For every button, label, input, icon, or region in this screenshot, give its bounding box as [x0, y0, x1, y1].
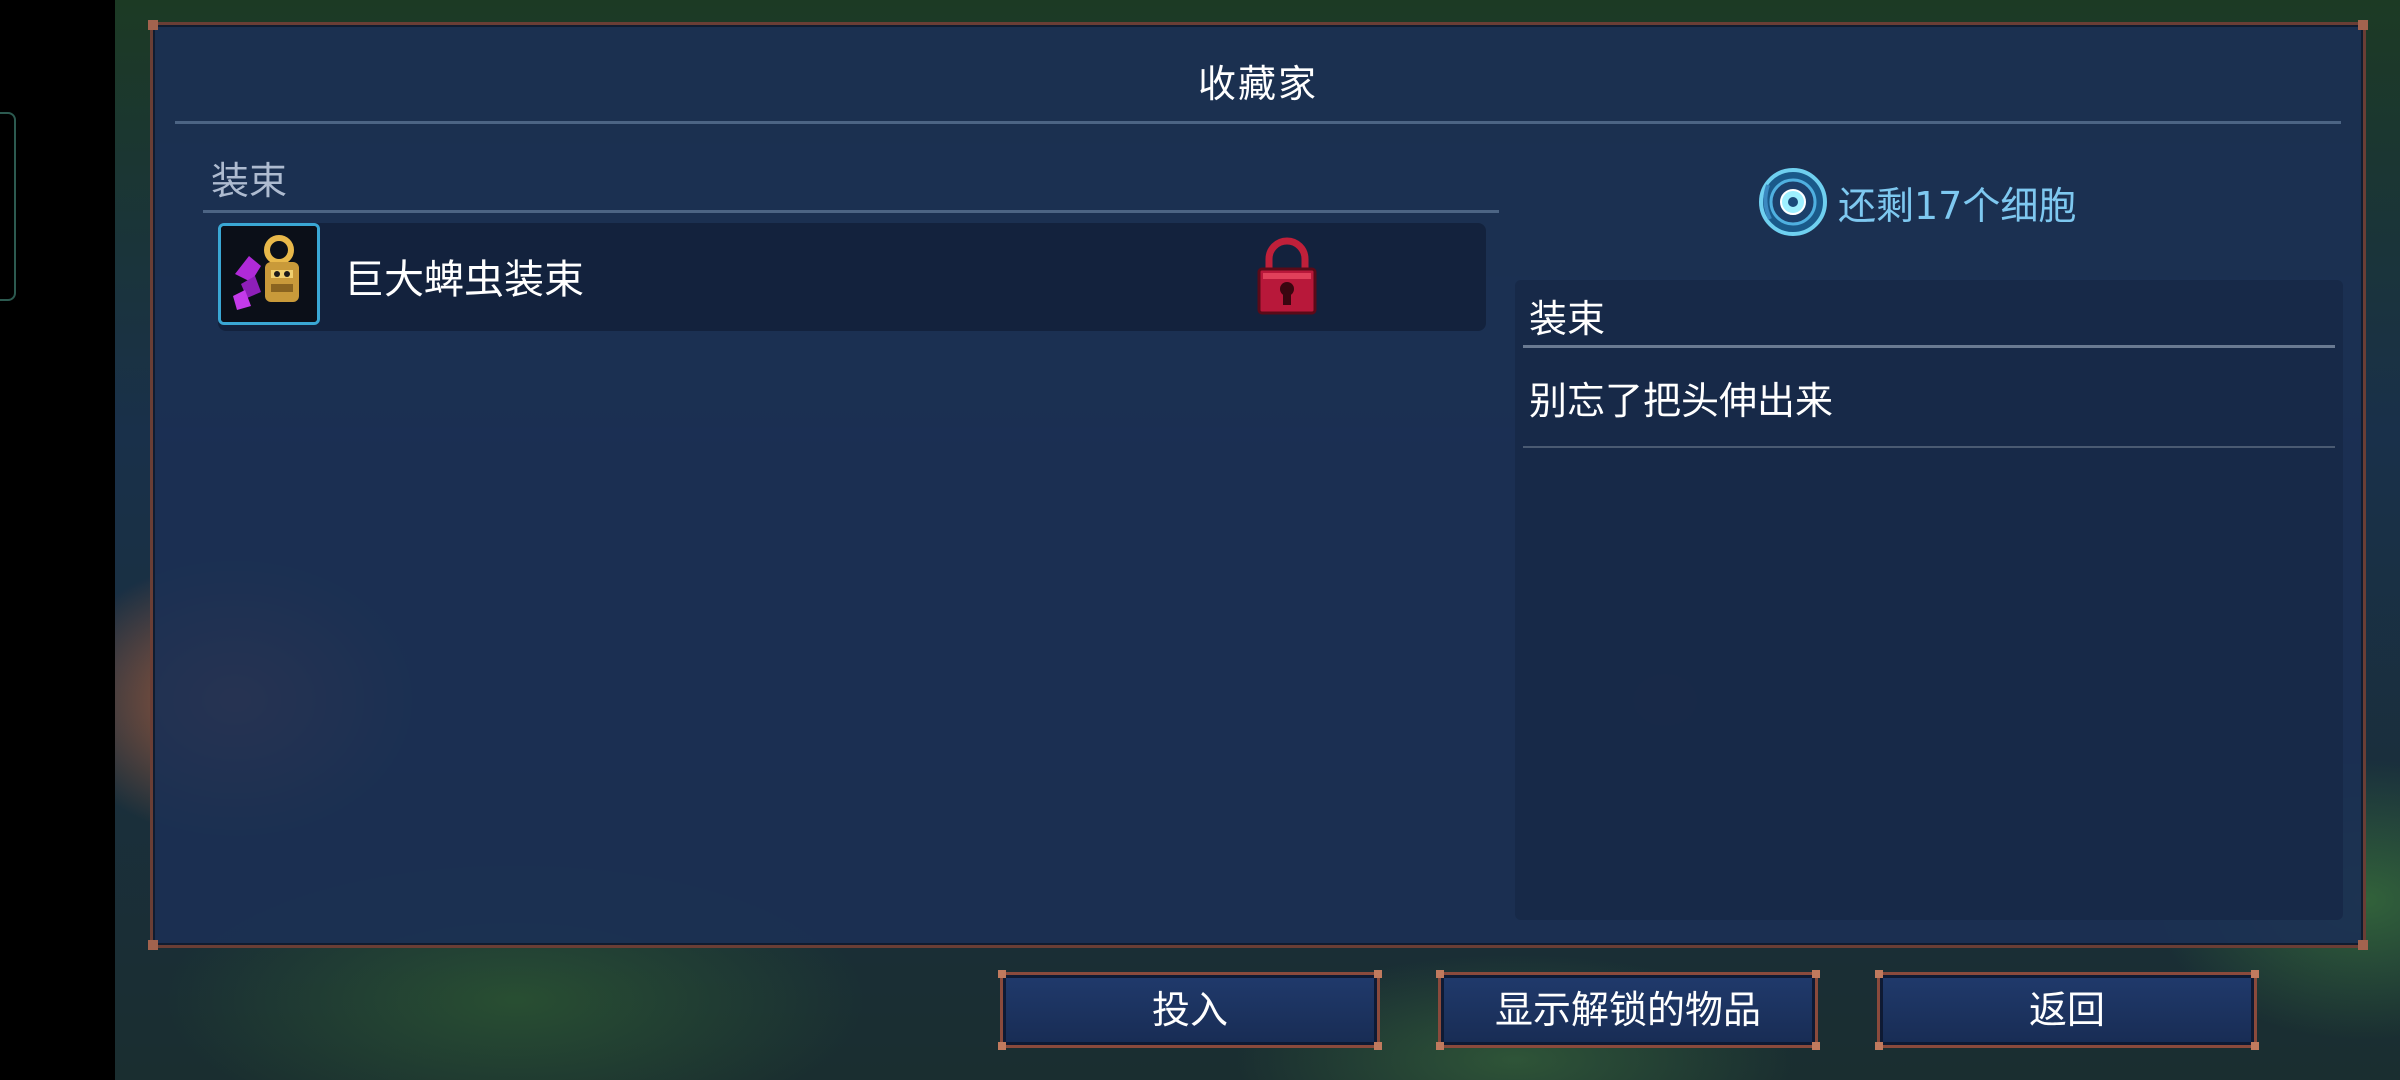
invest-button-label: 投入	[1151, 988, 1228, 1032]
panel-corner	[148, 940, 158, 950]
description-text: 别忘了把头伸出来	[1529, 379, 1834, 423]
screen-left-bar	[0, 0, 115, 1080]
title-divider	[175, 121, 2341, 124]
collector-panel: 收藏家 装束 巨大蜱虫装束 还剩17个细胞 装束 别忘了把头伸出来	[148, 20, 2368, 950]
category-label: 装束	[211, 159, 288, 203]
category-divider	[203, 210, 1499, 213]
show-unlocked-button[interactable]: 显示解锁的物品	[1436, 970, 1820, 1050]
description-box: 装束 别忘了把头伸出来	[1515, 280, 2343, 920]
description-divider	[1523, 345, 2335, 348]
back-button-label: 返回	[2028, 988, 2105, 1032]
panel-corner	[2358, 20, 2368, 30]
lock-icon	[1255, 237, 1319, 317]
description-heading: 装束	[1529, 297, 1606, 341]
description-divider	[1523, 446, 2335, 448]
cell-icon	[1758, 165, 1828, 239]
show-unlocked-button-label: 显示解锁的物品	[1494, 988, 1761, 1032]
back-button[interactable]: 返回	[1875, 970, 2259, 1050]
panel-title: 收藏家	[1197, 62, 1318, 106]
item-name: 巨大蜱虫装束	[344, 257, 584, 303]
panel-corner	[148, 20, 158, 30]
edge-tab-handle[interactable]	[0, 112, 16, 301]
tick-outfit-icon	[218, 223, 320, 325]
cells-remaining-text: 还剩17个细胞	[1838, 183, 2077, 228]
invest-button[interactable]: 投入	[998, 970, 1382, 1050]
panel-corner	[2358, 940, 2368, 950]
list-item[interactable]: 巨大蜱虫装束	[218, 223, 1486, 331]
cells-remaining: 还剩17个细胞	[1758, 165, 2076, 239]
